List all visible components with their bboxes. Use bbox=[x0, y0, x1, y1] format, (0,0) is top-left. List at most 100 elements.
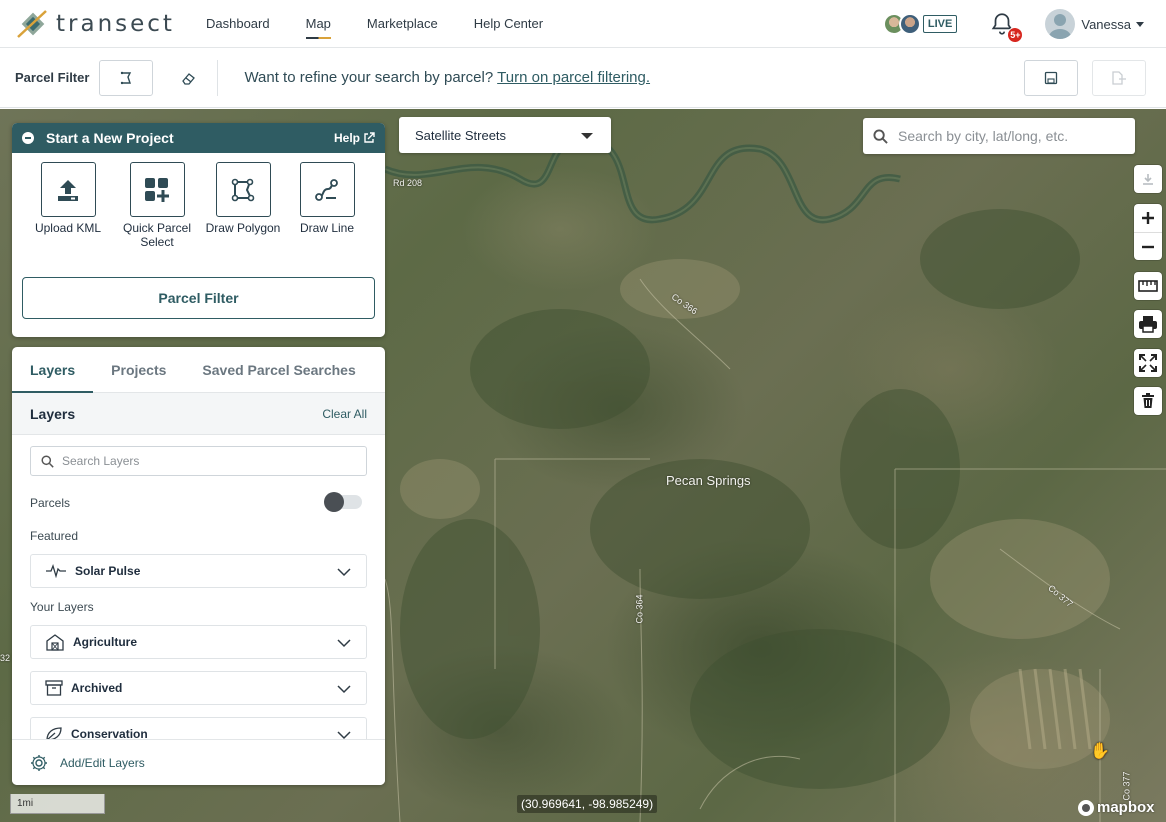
delete-button[interactable] bbox=[1134, 387, 1162, 415]
parcel-filter-button[interactable]: Parcel Filter bbox=[22, 277, 375, 319]
draw-polygon-tool[interactable]: Draw Polygon bbox=[203, 162, 283, 249]
parcels-label: Parcels bbox=[30, 496, 71, 510]
archive-box-icon bbox=[45, 680, 63, 696]
plus-icon bbox=[1142, 212, 1154, 224]
help-label: Help bbox=[333, 131, 360, 145]
chevron-down-icon bbox=[337, 568, 351, 577]
help-link[interactable]: Help bbox=[334, 131, 375, 145]
add-edit-layers-link[interactable]: Add/Edit Layers bbox=[60, 756, 145, 770]
upload-icon bbox=[58, 179, 78, 201]
main-nav: Dashboard Map Marketplace Help Center bbox=[206, 10, 579, 39]
chevron-down-icon bbox=[1136, 21, 1144, 27]
parcel-filter-bar: Parcel Filter Want to refine your search… bbox=[0, 48, 1166, 108]
mapbox-icon bbox=[1078, 799, 1094, 816]
layer-group-solar-pulse[interactable]: Solar Pulse bbox=[30, 554, 367, 588]
pulse-icon bbox=[46, 564, 66, 578]
draw-line-button[interactable] bbox=[299, 162, 355, 217]
mapbox-logo[interactable]: mapbox bbox=[1078, 799, 1155, 816]
chevron-down-icon bbox=[337, 685, 351, 694]
search-icon bbox=[873, 128, 888, 144]
zoom-control bbox=[1134, 204, 1162, 260]
tab-saved-parcel-searches[interactable]: Saved Parcel Searches bbox=[184, 347, 373, 392]
map-search[interactable] bbox=[863, 118, 1135, 154]
zoom-in-button[interactable] bbox=[1134, 204, 1162, 232]
notifications-button[interactable]: 5+ bbox=[989, 11, 1024, 43]
user-menu[interactable]: Vanessa bbox=[1045, 9, 1144, 39]
tab-projects[interactable]: Projects bbox=[93, 347, 184, 392]
draw-polygon-button[interactable] bbox=[215, 162, 271, 217]
grid-plus-icon bbox=[145, 177, 169, 202]
nav-dashboard[interactable]: Dashboard bbox=[206, 10, 270, 37]
layer-group-agriculture[interactable]: Agriculture bbox=[30, 625, 367, 659]
print-button[interactable] bbox=[1134, 310, 1162, 338]
save-button[interactable] bbox=[1024, 60, 1078, 96]
external-link-icon bbox=[364, 132, 375, 143]
eraser-button[interactable] bbox=[179, 68, 199, 88]
quick-parcel-select-tool[interactable]: Quick Parcel Select bbox=[117, 162, 197, 249]
draw-polygon-label: Draw Polygon bbox=[205, 221, 281, 235]
road-label: Rd 208 bbox=[393, 178, 423, 188]
turn-on-parcel-filtering-link[interactable]: Turn on parcel filtering. bbox=[497, 69, 650, 86]
layers-panel: Layers Projects Saved Parcel Searches La… bbox=[12, 347, 385, 785]
start-project-title: Start a New Project bbox=[46, 130, 174, 146]
quick-parcel-select-label: Quick Parcel Select bbox=[122, 221, 192, 249]
layers-footer: Add/Edit Layers bbox=[12, 739, 385, 785]
parcel-filter-prompt: Want to refine your search by parcel? bbox=[244, 69, 494, 86]
layer-search[interactable] bbox=[30, 446, 367, 476]
export-icon bbox=[1112, 71, 1126, 85]
export-button[interactable] bbox=[1092, 60, 1146, 96]
transect-logo-icon bbox=[16, 7, 50, 41]
live-collaborators[interactable]: LIVE bbox=[882, 13, 958, 35]
scale-label: 1mi bbox=[17, 798, 34, 809]
start-project-header: Start a New Project Help bbox=[12, 123, 385, 153]
layer-group-label: Archived bbox=[71, 681, 123, 695]
draw-line-icon bbox=[315, 178, 338, 201]
fullscreen-control[interactable] bbox=[1134, 349, 1162, 377]
gear-icon[interactable] bbox=[30, 754, 48, 772]
fullscreen-button[interactable] bbox=[1134, 349, 1162, 377]
panel-tabs: Layers Projects Saved Parcel Searches bbox=[12, 347, 385, 393]
eraser-icon bbox=[182, 72, 196, 85]
layer-group-archived[interactable]: Archived bbox=[30, 671, 367, 705]
quick-parcel-select-button[interactable] bbox=[129, 162, 185, 217]
parcels-toggle[interactable] bbox=[324, 492, 362, 512]
upload-kml-button[interactable] bbox=[40, 162, 96, 217]
user-name: Vanessa bbox=[1081, 16, 1131, 32]
measure-control[interactable] bbox=[1134, 272, 1162, 300]
parcel-filter-label: Parcel Filter bbox=[15, 70, 90, 85]
map-style-select[interactable]: Satellite Streets bbox=[399, 117, 611, 153]
nav-map[interactable]: Map bbox=[305, 10, 332, 39]
clear-all-button[interactable]: Clear All bbox=[322, 407, 367, 421]
project-tools: Upload KML Quick Parcel Select Draw Poly… bbox=[12, 162, 385, 249]
live-badge: LIVE bbox=[922, 15, 958, 33]
nav-marketplace[interactable]: Marketplace bbox=[367, 10, 438, 37]
divider bbox=[217, 59, 219, 96]
measure-button[interactable] bbox=[1134, 272, 1162, 300]
trash-control[interactable] bbox=[1134, 387, 1162, 415]
polygon-icon bbox=[231, 178, 255, 201]
draw-line-tool[interactable]: Draw Line bbox=[287, 162, 367, 249]
download-control[interactable] bbox=[1134, 165, 1162, 193]
collapse-icon[interactable] bbox=[22, 132, 34, 144]
top-navigation: transect Dashboard Map Marketplace Help … bbox=[0, 0, 1166, 48]
logo[interactable]: transect bbox=[16, 7, 172, 41]
layer-search-input[interactable] bbox=[62, 454, 342, 468]
draw-line-label: Draw Line bbox=[299, 221, 355, 235]
road-label: Co 377 bbox=[1121, 771, 1132, 801]
zoom-out-button[interactable] bbox=[1134, 232, 1162, 260]
fullscreen-icon bbox=[1139, 354, 1157, 372]
upload-kml-label: Upload KML bbox=[34, 221, 102, 235]
parcel-filter-draw-button[interactable] bbox=[99, 59, 154, 96]
road-label: 32 bbox=[0, 653, 11, 663]
upload-kml-tool[interactable]: Upload KML bbox=[29, 162, 107, 249]
minus-icon bbox=[1142, 245, 1154, 248]
nav-help-center[interactable]: Help Center bbox=[474, 10, 543, 37]
print-icon bbox=[1139, 316, 1157, 333]
road-label: Co 364 bbox=[634, 594, 645, 624]
nav-right: LIVE 5+ Vanessa bbox=[882, 0, 1144, 48]
collaborator-avatar bbox=[898, 13, 921, 35]
print-control[interactable] bbox=[1134, 310, 1162, 338]
map-search-input[interactable] bbox=[898, 128, 1118, 144]
tab-layers[interactable]: Layers bbox=[12, 347, 94, 393]
download-button[interactable] bbox=[1134, 165, 1162, 193]
